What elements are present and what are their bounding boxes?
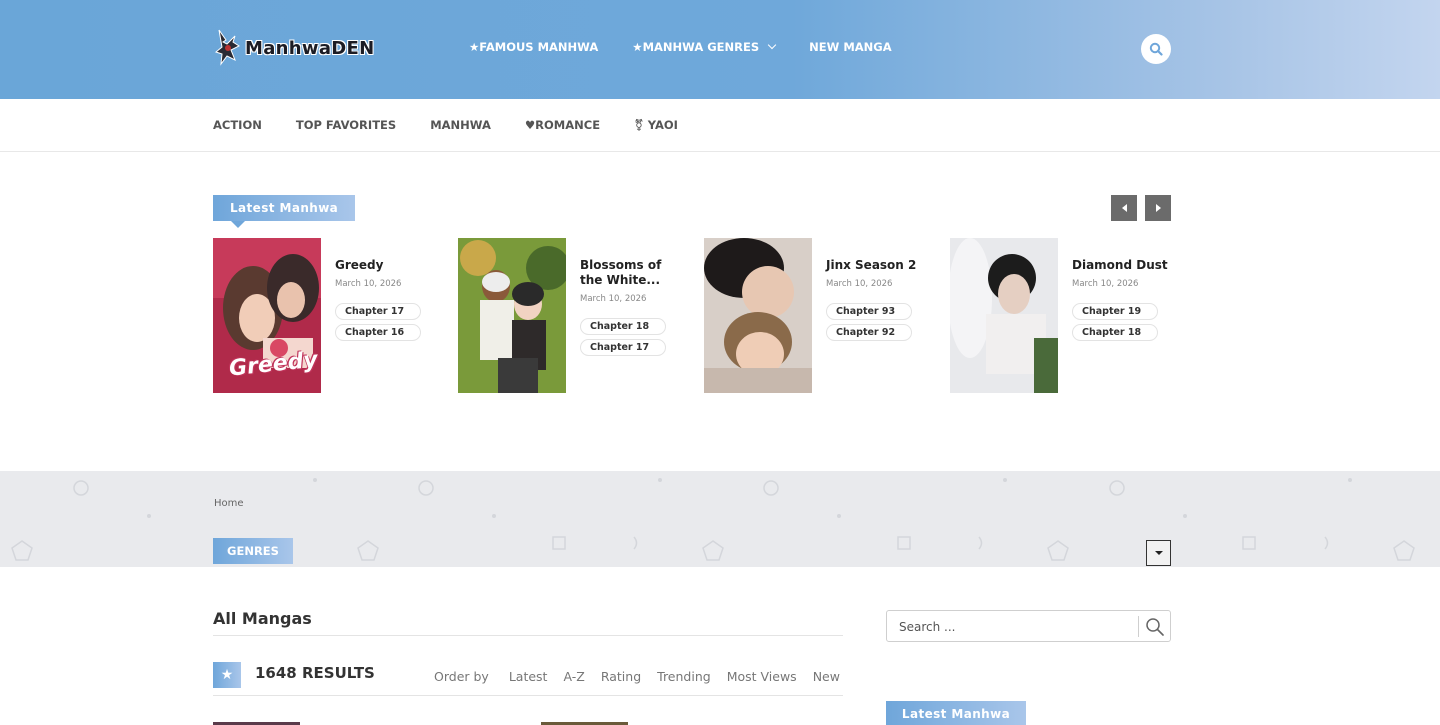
manhwa-date: March 10, 2026 — [826, 279, 893, 289]
chapter-link[interactable]: Chapter 16 — [335, 324, 421, 341]
nav-label: ★FAMOUS MANHWA — [469, 40, 599, 54]
order-new[interactable]: New — [813, 669, 840, 684]
carousel-prev-button[interactable] — [1111, 195, 1137, 221]
heading-notch — [231, 221, 245, 228]
order-latest[interactable]: Latest — [509, 669, 548, 684]
search-icon[interactable] — [1145, 617, 1165, 637]
manhwa-card: Greedy Greedy March 10, 2026 Chapter 17 … — [213, 238, 438, 394]
subnav-action[interactable]: ACTION — [213, 118, 262, 132]
manhwa-date: March 10, 2026 — [580, 294, 647, 304]
manhwa-title[interactable]: Greedy — [335, 258, 440, 273]
nav-label: ★MANHWA GENRES — [632, 40, 760, 54]
caret-down-icon — [1154, 551, 1163, 555]
manhwa-card: Blossoms of the White... March 10, 2026 … — [458, 238, 683, 394]
subnav-romance[interactable]: ♥ROMANCE — [525, 118, 600, 132]
carousel-next-button[interactable] — [1145, 195, 1171, 221]
star-icon: ★ — [213, 662, 241, 688]
order-most-views[interactable]: Most Views — [727, 669, 797, 684]
nav-famous-manhwa[interactable]: ★FAMOUS MANHWA — [469, 40, 598, 54]
manhwa-cover[interactable] — [458, 238, 566, 393]
chapter-link[interactable]: Chapter 93 — [826, 303, 912, 320]
arrow-right-icon — [1155, 204, 1161, 212]
site-logo[interactable]: ManhwaDEN — [213, 26, 374, 70]
manhwa-title[interactable]: Diamond Dust — [1072, 258, 1177, 273]
sidebar-latest-heading: Latest Manhwa — [886, 701, 1026, 725]
breadcrumb-home[interactable]: Home — [214, 498, 244, 509]
latest-manhwa-heading: Latest Manhwa — [213, 195, 356, 228]
subnav-yaoi[interactable]: ⚧ YAOI — [634, 118, 678, 132]
site-header: ManhwaDEN ★FAMOUS MANHWA ★MANHWA GENRES … — [0, 0, 1440, 99]
nav-new-manga[interactable]: NEW MANGA — [809, 40, 891, 54]
order-by-label: Order by — [434, 669, 489, 684]
header-search-button[interactable] — [1141, 34, 1171, 64]
sidebar-search-input[interactable] — [899, 618, 1129, 636]
latest-carousel: Greedy Greedy March 10, 2026 Chapter 17 … — [213, 238, 1171, 394]
manhwa-date: March 10, 2026 — [1072, 279, 1139, 289]
chapter-link[interactable]: Chapter 18 — [1072, 324, 1158, 341]
carousel-controls — [1111, 195, 1171, 221]
manhwa-title[interactable]: Jinx Season 2 — [826, 258, 931, 273]
chapter-link[interactable]: Chapter 92 — [826, 324, 912, 341]
divider — [213, 635, 843, 636]
nav-label: NEW MANGA — [809, 40, 892, 54]
divider — [213, 695, 843, 696]
arrow-left-icon — [1121, 204, 1127, 212]
chapter-link[interactable]: Chapter 18 — [580, 318, 666, 335]
manhwa-card: Jinx Season 2 March 10, 2026 Chapter 93 … — [704, 238, 929, 394]
order-rating[interactable]: Rating — [601, 669, 641, 684]
logo-figure-icon — [213, 26, 243, 70]
divider — [1138, 616, 1139, 637]
section-heading-text: Latest Manhwa — [230, 201, 339, 215]
manhwa-cover[interactable]: Greedy — [213, 238, 321, 393]
manhwa-title[interactable]: Blossoms of the White... — [580, 258, 685, 288]
logo-text: ManhwaDEN — [245, 37, 375, 59]
chapter-link[interactable]: Chapter 19 — [1072, 303, 1158, 320]
chapter-link[interactable]: Chapter 17 — [580, 339, 666, 356]
subnav-manhwa[interactable]: MANHWA — [430, 118, 491, 132]
manhwa-cover[interactable] — [950, 238, 1058, 393]
genres-label: GENRES — [213, 538, 293, 564]
chevron-down-icon — [767, 40, 777, 50]
page-title: All Mangas — [213, 609, 312, 628]
manhwa-card: Diamond Dust March 10, 2026 Chapter 19 C… — [950, 238, 1175, 394]
manhwa-date: March 10, 2026 — [335, 279, 402, 289]
order-by-bar: Order by Latest A-Z Rating Trending Most… — [434, 669, 856, 684]
subnav-top-favorites[interactable]: TOP FAVORITES — [296, 118, 396, 132]
order-a-z[interactable]: A-Z — [563, 669, 584, 684]
order-trending[interactable]: Trending — [657, 669, 711, 684]
sidebar-search-box — [886, 610, 1171, 642]
search-icon — [1149, 42, 1163, 56]
main-nav: ★FAMOUS MANHWA ★MANHWA GENRES NEW MANGA — [469, 40, 926, 54]
manhwa-cover[interactable] — [704, 238, 812, 393]
genres-toggle-button[interactable] — [1146, 540, 1171, 566]
results-count: 1648 RESULTS — [255, 664, 375, 682]
nav-manhwa-genres[interactable]: ★MANHWA GENRES — [632, 40, 777, 54]
category-nav: ACTION TOP FAVORITES MANHWA ♥ROMANCE ⚧ Y… — [0, 99, 1440, 152]
chapter-link[interactable]: Chapter 17 — [335, 303, 421, 320]
